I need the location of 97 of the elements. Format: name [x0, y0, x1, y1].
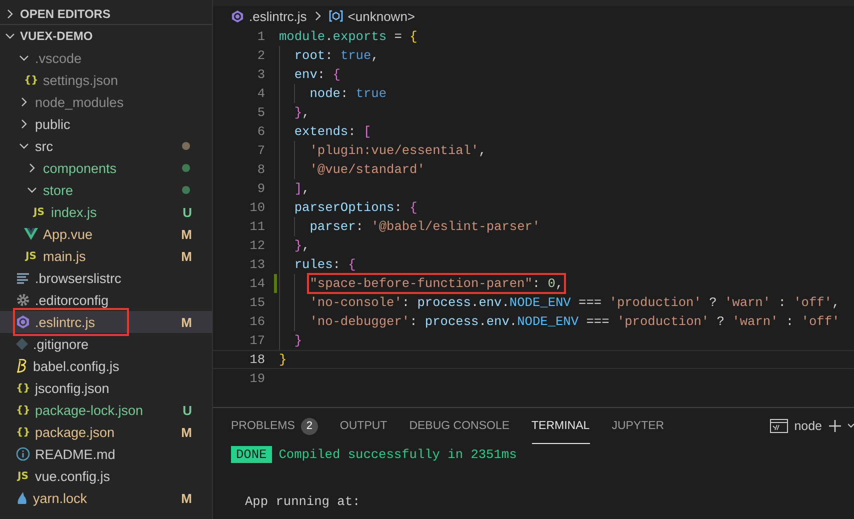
code-line: "space-before-function-paren": 0, — [310, 276, 564, 291]
js-file-icon: JS — [32, 206, 46, 218]
line-number: 3 — [257, 67, 265, 82]
section-header[interactable]: VUEX-DEMO — [0, 25, 212, 47]
panel-tab[interactable]: TERMINAL — [532, 408, 590, 444]
line-number: 9 — [257, 181, 265, 196]
braces-file-icon: {} — [16, 426, 30, 438]
braces-file-icon: {} — [16, 404, 30, 416]
file-item[interactable]: {} package-lock.json U — [0, 399, 212, 421]
folder-item[interactable]: src — [0, 135, 212, 157]
panel-tab[interactable]: PROBLEMS 2 — [231, 408, 318, 444]
panel-tab[interactable]: OUTPUT — [340, 408, 388, 444]
line-number: 17 — [250, 333, 265, 348]
line-number: 18 — [250, 352, 265, 367]
line-number: 5 — [257, 105, 265, 120]
code-line: env: { — [294, 67, 340, 82]
file-item[interactable]: .browserslistrc — [0, 267, 212, 289]
code-line: root: true, — [294, 48, 379, 63]
git-status-label: M — [181, 226, 192, 242]
git-status-label: U — [182, 204, 192, 220]
code-line: 'no-debugger': process.env.NODE_ENV === 'production' ? 'warn' : 'off' — [310, 314, 840, 329]
code-line: }, — [294, 238, 310, 253]
git-status-label: U — [182, 402, 192, 418]
folder-item[interactable]: store — [0, 179, 212, 201]
breadcrumb-item[interactable]: <unknown> — [348, 8, 416, 24]
code-line: 'no-console': process.env.NODE_ENV === 'production' ? 'warn' : 'off', — [310, 295, 840, 310]
line-number: 2 — [257, 48, 265, 63]
code-line: } — [294, 333, 302, 348]
terminal-icon — [770, 419, 788, 433]
line-number: 13 — [250, 257, 265, 272]
info-icon — [16, 447, 30, 461]
terminal-line: App running at: — [244, 494, 362, 509]
js-file-icon: JS — [16, 470, 30, 482]
terminal-name[interactable]: node — [794, 419, 822, 433]
code-line: ], — [294, 181, 310, 196]
file-item[interactable]: App.vue M — [0, 223, 212, 245]
terminal-message: Compiled successfully in 2351ms — [278, 446, 517, 462]
code-line: }, — [294, 105, 310, 120]
code-line: } — [279, 352, 287, 367]
code-line: rules: { — [294, 257, 356, 272]
file-item[interactable]: JS index.js U — [0, 201, 212, 223]
breadcrumb-item[interactable]: .eslintrc.js — [249, 8, 307, 24]
file-item[interactable]: {} settings.json — [0, 69, 212, 91]
line-number: 6 — [257, 124, 265, 139]
folder-item[interactable]: node_modules — [0, 91, 212, 113]
line-number: 12 — [250, 238, 265, 253]
code-line: parser: '@babel/eslint-parser' — [310, 219, 540, 234]
file-item[interactable]: README.md — [0, 443, 212, 465]
code-line: module.exports = { — [279, 29, 418, 44]
symbol-icon — [328, 10, 343, 22]
line-number: 7 — [257, 143, 265, 158]
code-line: '@vue/standard' — [310, 162, 425, 177]
b-logo-icon — [16, 359, 28, 373]
folder-item[interactable]: components — [0, 157, 212, 179]
hexagon-icon — [231, 10, 244, 22]
v-logo-icon — [24, 228, 38, 240]
line-number: 11 — [250, 219, 265, 234]
braces-file-icon: {} — [24, 74, 38, 86]
line-number: 15 — [250, 295, 265, 310]
line-number: 14 — [250, 276, 265, 291]
panel-tab[interactable]: JUPYTER — [612, 408, 664, 444]
code-line: 'plugin:vue/essential', — [310, 143, 486, 158]
panel-tab[interactable]: DEBUG CONSOLE — [409, 408, 510, 444]
folder-item[interactable]: public — [0, 113, 212, 135]
diamond-icon — [16, 338, 28, 350]
git-status-label: M — [181, 248, 192, 264]
line-number: 16 — [250, 314, 265, 329]
file-item[interactable]: {} jsconfig.json — [0, 377, 212, 399]
problem-count: 2 — [300, 418, 318, 434]
file-item[interactable]: {} package.json M — [0, 421, 212, 443]
git-status-label: M — [181, 314, 192, 330]
line-number: 10 — [250, 200, 265, 215]
code-line: extends: [ — [294, 124, 372, 139]
file-item[interactable]: JS main.js M — [0, 245, 212, 267]
line-number: 4 — [257, 86, 265, 101]
lines-icon — [16, 272, 30, 284]
file-item[interactable]: .editorconfig — [0, 289, 212, 311]
braces-file-icon: {} — [16, 382, 30, 394]
git-status-label: M — [181, 490, 192, 506]
code-line: parserOptions: { — [294, 200, 418, 215]
code-line: node: true — [310, 86, 387, 101]
file-item[interactable]: .gitignore — [0, 333, 212, 355]
file-item[interactable]: .eslintrc.js M — [0, 311, 212, 333]
js-file-icon: JS — [24, 250, 38, 262]
line-number: 8 — [257, 162, 265, 177]
plus-icon[interactable] — [828, 419, 842, 433]
file-item[interactable]: yarn.lock M — [0, 487, 212, 509]
line-number: 19 — [250, 371, 265, 386]
section-header[interactable]: OPEN EDITORS — [0, 3, 212, 25]
gear-icon — [16, 293, 30, 307]
file-item[interactable]: JS vue.config.js — [0, 465, 212, 487]
line-number: 1 — [257, 29, 265, 44]
hexagon-icon — [16, 315, 30, 329]
git-status-label: M — [181, 424, 192, 440]
status-label: DONE — [231, 446, 272, 462]
file-item[interactable]: babel.config.js — [0, 355, 212, 377]
folder-item[interactable]: .vscode — [0, 47, 212, 69]
